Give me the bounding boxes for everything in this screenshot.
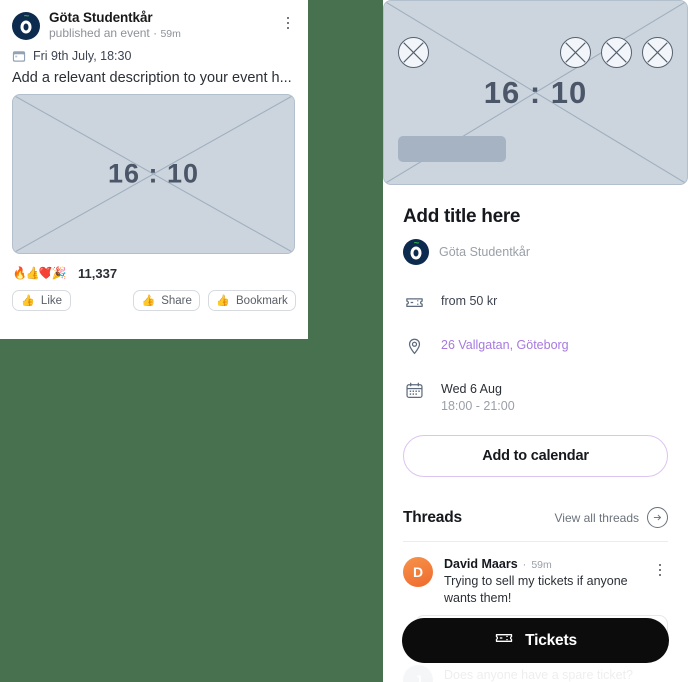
circle-x-icon[interactable] — [601, 37, 632, 68]
event-detail-panel: 16 : 10 Add title here ~ Göta Studentkår — [383, 0, 688, 682]
post-subtitle-text: published an event — [49, 26, 150, 40]
avatar: ~ — [403, 238, 429, 265]
arrow-right-icon — [647, 507, 668, 528]
threads-header: Threads View all threads — [403, 507, 668, 528]
thread-message: Does anyone have a spare ticket? — [444, 668, 634, 682]
threads-heading: Threads — [403, 508, 462, 526]
post-age: 59m — [160, 28, 181, 40]
thread-content: Does anyone have a spare ticket? — [444, 665, 668, 682]
event-price-row: from 50 kr — [403, 291, 668, 318]
circle-x-icon[interactable] — [642, 37, 673, 68]
bookmark-button-label: Bookmark — [236, 294, 288, 307]
event-location[interactable]: 26 Vallgatan, Göteborg — [441, 335, 569, 352]
share-button-label: Share — [161, 294, 192, 307]
screen: ~ Göta Studentkår published an event · 5… — [0, 0, 688, 682]
avatar: J — [403, 665, 433, 682]
thread-meta: David Maars · 59m — [444, 557, 641, 571]
thread-more-options-icon[interactable] — [652, 559, 668, 581]
calendar-icon — [403, 379, 425, 401]
threads-divider — [403, 541, 668, 542]
thumbs-up-icon: 👍 — [141, 295, 156, 307]
event-date: Wed 6 Aug — [441, 382, 502, 396]
share-button[interactable]: 👍 Share — [133, 290, 201, 311]
post-date-row: Fri 9th July, 18:30 — [12, 49, 296, 63]
thread-content: David Maars · 59m Trying to sell my tick… — [444, 557, 641, 606]
reaction-count: 11,337 — [78, 265, 118, 281]
thread-age: 59m — [531, 559, 552, 571]
avatar: ~ — [12, 12, 40, 40]
tickets-button[interactable]: Tickets — [402, 618, 669, 663]
like-button[interactable]: 👍 Like — [12, 290, 72, 311]
circle-x-icon[interactable] — [560, 37, 591, 68]
post-header: ~ Göta Studentkår published an event · 5… — [12, 10, 296, 40]
thread-separator: · — [522, 559, 527, 571]
event-time: 18:00 - 21:00 — [441, 399, 515, 413]
view-all-threads-label: View all threads — [554, 510, 640, 525]
ticket-icon — [403, 291, 425, 313]
tickets-bar: Tickets — [383, 618, 688, 663]
thread-author-name: David Maars — [444, 557, 518, 571]
thumbs-up-icon: 👍 — [216, 295, 231, 307]
event-detail-body: Add title here ~ Göta Studentkår from 50… — [383, 206, 688, 682]
post-description: Add a relevant description to your event… — [12, 70, 292, 86]
event-info-rows: from 50 kr 26 Vallgatan, Göteborg Wed 6 … — [403, 291, 668, 413]
post-action-bar: 👍 Like 👍 Share 👍 Bookmark — [12, 290, 296, 311]
avatar: D — [403, 557, 433, 587]
event-hero-placeholder[interactable]: 16 : 10 — [383, 0, 688, 185]
thread-message: Trying to sell my tickets if anyone want… — [444, 574, 628, 605]
event-title: Add title here — [403, 206, 521, 227]
circle-x-icon[interactable] — [398, 37, 429, 68]
reaction-emojis: 🔥 👍 ❤️ 🎉 — [12, 265, 67, 281]
reaction-row[interactable]: 🔥 👍 ❤️ 🎉 11,337 — [12, 265, 296, 281]
placeholder-ratio-label: 16 : 10 — [107, 158, 200, 189]
hero-circle-icons — [384, 37, 687, 69]
event-date-row: Wed 6 Aug 18:00 - 21:00 — [403, 379, 668, 413]
post-date-text: Fri 9th July, 18:30 — [33, 49, 132, 63]
thread-list-item: D David Maars · 59m Trying to sell my ti… — [403, 557, 668, 606]
bookmark-button[interactable]: 👍 Bookmark — [208, 290, 296, 311]
event-price: from 50 kr — [441, 294, 498, 308]
thread-list-item: J Does anyone have a spare ticket? — [403, 665, 668, 682]
event-organizer[interactable]: ~ Göta Studentkår — [403, 238, 668, 265]
calendar-icon — [12, 51, 26, 62]
location-pin-icon — [403, 335, 425, 357]
post-more-options-icon[interactable] — [280, 12, 296, 34]
o-ring-glyph — [410, 246, 422, 260]
event-datetime: Wed 6 Aug 18:00 - 21:00 — [441, 379, 515, 413]
event-location-row[interactable]: 26 Vallgatan, Göteborg — [403, 335, 668, 362]
ticket-icon — [494, 628, 514, 653]
post-subtitle: published an event · 59m — [49, 26, 271, 40]
hero-ratio-label: 16 : 10 — [483, 74, 588, 110]
party-popper-icon: 🎉 — [51, 265, 67, 281]
feed-post-card: ~ Göta Studentkår published an event · 5… — [0, 0, 308, 339]
add-to-calendar-button[interactable]: Add to calendar — [403, 435, 668, 477]
thumbs-up-icon: 👍 — [21, 295, 35, 307]
like-button-label: Like — [40, 294, 63, 307]
o-ring-glyph — [20, 20, 32, 34]
post-author-block: Göta Studentkår published an event · 59m — [49, 10, 271, 40]
hero-placeholder-bar — [398, 136, 506, 162]
view-all-threads-button[interactable]: View all threads — [554, 507, 668, 528]
event-organizer-name: Göta Studentkår — [439, 245, 531, 259]
post-image-placeholder[interactable]: 16 : 10 — [12, 94, 295, 254]
tickets-button-label: Tickets — [525, 631, 577, 649]
post-org-name: Göta Studentkår — [49, 10, 153, 25]
